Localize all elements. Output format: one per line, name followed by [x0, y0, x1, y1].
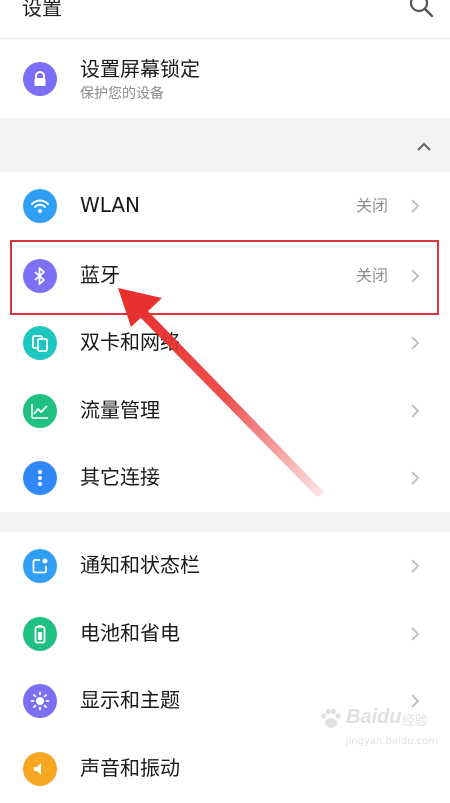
- list-item-label: 流量管理: [80, 398, 160, 422]
- watermark: Baidu 经验 jingyan.baidu.com: [318, 702, 438, 754]
- list-item-label: 声音和振动: [80, 756, 180, 780]
- dual-sim-icon: [23, 326, 57, 360]
- lock-icon: [23, 62, 57, 96]
- brightness-icon: [23, 684, 57, 718]
- battery-icon: [23, 617, 57, 651]
- paw-logo-icon: [321, 708, 341, 728]
- watermark-url: jingyan.baidu.com: [345, 736, 438, 747]
- list-item-dual-sim[interactable]: 双卡和网络: [0, 309, 450, 377]
- search-button[interactable]: [408, 0, 436, 20]
- screen-lock-subtitle: 保护您的设备: [80, 86, 164, 102]
- status-text: 关闭: [355, 196, 388, 215]
- chevron-right-icon: [411, 404, 420, 418]
- list-item-label: 其它连接: [80, 465, 160, 489]
- highlight-box: [10, 240, 439, 315]
- list-item-label: 显示和主题: [80, 688, 180, 712]
- screen-lock-title: 设置屏幕锁定: [80, 57, 200, 81]
- chevron-right-icon: [411, 199, 420, 213]
- sound-icon: [23, 752, 57, 786]
- list-item-wlan[interactable]: WLAN 关闭: [0, 172, 450, 240]
- watermark-brand: Baidu: [346, 706, 402, 728]
- wifi-icon: [23, 189, 57, 223]
- more-connections-icon: [23, 461, 57, 495]
- list-item-label: 通知和状态栏: [80, 553, 200, 577]
- chevron-up-icon[interactable]: [416, 137, 432, 151]
- screen-lock-row[interactable]: 设置屏幕锁定 保护您的设备: [0, 39, 450, 119]
- list-item-notifications[interactable]: 通知和状态栏: [0, 532, 450, 600]
- list-item-data-usage[interactable]: 流量管理: [0, 377, 450, 445]
- app-header: 设置: [0, 0, 450, 39]
- section-separator: [0, 512, 450, 532]
- search-icon: [409, 0, 434, 18]
- list-item-other-connections[interactable]: 其它连接: [0, 444, 450, 512]
- list-item-label: WLAN: [80, 193, 141, 217]
- list-item-label: 双卡和网络: [80, 330, 180, 354]
- notification-icon: [23, 549, 57, 583]
- list-item-battery[interactable]: 电池和省电: [0, 600, 450, 668]
- watermark-jy: 经验: [402, 714, 429, 729]
- chevron-right-icon: [411, 627, 420, 641]
- data-usage-icon: [23, 394, 57, 428]
- page-title: 设置: [22, 0, 62, 20]
- chevron-right-icon: [411, 336, 420, 350]
- list-item-label: 电池和省电: [80, 621, 180, 645]
- chevron-right-icon: [411, 471, 420, 485]
- chevron-right-icon: [411, 559, 420, 573]
- section-separator: [0, 118, 450, 172]
